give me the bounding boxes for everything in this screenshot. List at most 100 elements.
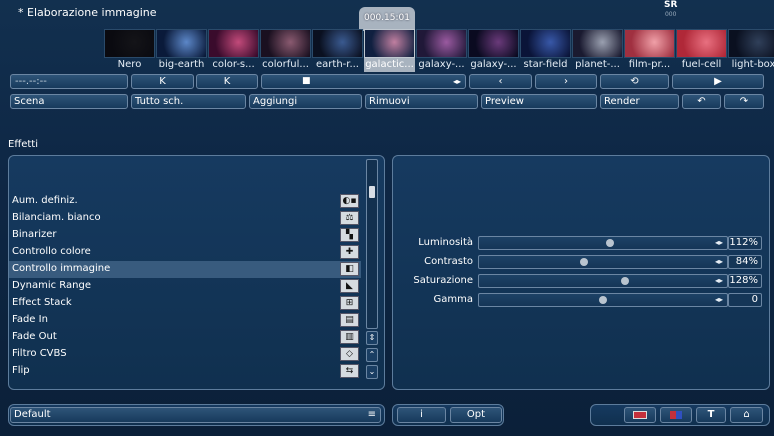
slider-label: Luminosità <box>418 237 473 248</box>
effect-label: Controllo immagine <box>12 263 111 274</box>
scroll-up-button[interactable]: ⌃ <box>366 348 378 362</box>
effect-item[interactable]: Binarizer ▚ <box>9 227 361 244</box>
mark-range-icon: ◂▸ <box>452 77 461 86</box>
clip-label: big-earth <box>158 59 205 70</box>
clip-thumb[interactable]: light-box <box>728 29 774 73</box>
clip-thumb[interactable]: earth-r... <box>312 29 363 73</box>
next-frame-button[interactable]: › <box>535 74 597 89</box>
clip-label: film-pr... <box>628 59 671 70</box>
clip-label: color-s... <box>212 59 255 70</box>
chevron-down-icon: ⌄ <box>368 367 376 376</box>
clip-preview <box>208 29 259 58</box>
redo-button[interactable]: ↷ <box>724 94 764 109</box>
value-slider[interactable]: ◂▸ <box>478 255 728 269</box>
clip-label: Nero <box>117 59 142 70</box>
clip-thumb[interactable]: color-s... <box>208 29 259 73</box>
effect-item[interactable]: Bilanciam. bianco ⚖ <box>9 210 361 227</box>
clip-thumb[interactable]: film-pr... <box>624 29 675 73</box>
effect-label: Fade Out <box>12 331 57 342</box>
slider-knob[interactable] <box>606 239 614 247</box>
settings-panel <box>392 155 770 390</box>
scroll-track[interactable] <box>366 159 378 329</box>
clip-thumb[interactable]: planet-... <box>572 29 623 73</box>
effect-item[interactable]: Fade Out ▥ <box>9 329 361 346</box>
scene-button[interactable]: Scena <box>10 94 128 109</box>
effect-item[interactable]: Controllo colore ✚ <box>9 244 361 261</box>
scrub-handle-icon: ■ <box>302 76 311 86</box>
clip-thumb[interactable]: colorful... <box>260 29 311 73</box>
effect-label: Effect Stack <box>12 297 72 308</box>
slider-value: 112% <box>728 236 762 250</box>
slider-knob[interactable] <box>599 296 607 304</box>
clip-thumb[interactable]: fuel-cell <box>676 29 727 73</box>
slider-step-icon[interactable]: ◂▸ <box>715 275 723 287</box>
info-button[interactable]: i <box>397 407 446 423</box>
preset-dropdown[interactable]: Default ≡ <box>10 407 381 423</box>
updown-icon: ⇕ <box>368 333 376 342</box>
clip-thumb[interactable]: galactic... <box>364 29 415 73</box>
effect-label: Filtro CVBS <box>12 348 67 359</box>
go-start-button[interactable]: K <box>131 74 194 89</box>
timeline-scrubber[interactable]: ■ ◂▸ <box>261 74 466 89</box>
clip-thumb[interactable]: Nero <box>104 29 155 73</box>
clip-preview <box>260 29 311 58</box>
slider-step-icon[interactable]: ◂▸ <box>715 256 723 268</box>
effect-label: Fade In <box>12 314 48 325</box>
effect-item[interactable]: Flip ⇆ <box>9 363 361 380</box>
time-field[interactable]: ---.--:-- <box>10 74 128 89</box>
effects-palette-button[interactable] <box>660 407 692 423</box>
scroll-down-button[interactable]: ⌄ <box>366 365 378 379</box>
chevron-left-icon: ‹ <box>498 76 503 87</box>
effects-label: Effetti <box>8 139 38 150</box>
prev-frame-button[interactable]: ‹ <box>469 74 532 89</box>
value-slider[interactable]: ◂▸ <box>478 236 728 250</box>
fade-out-icon: ▥ <box>340 330 359 344</box>
clip-thumb[interactable]: galaxy-... <box>416 29 467 73</box>
clip-thumb[interactable]: star-field <box>520 29 571 73</box>
effects-scrollbar[interactable]: ⇕ ⌃ ⌄ <box>366 159 378 379</box>
slider-knob[interactable] <box>580 258 588 266</box>
preview-button[interactable]: Preview <box>481 94 597 109</box>
scroll-updown-button[interactable]: ⇕ <box>366 331 378 345</box>
effect-item[interactable]: Fade In ▤ <box>9 312 361 329</box>
cvbs-icon: ◇ <box>340 347 359 361</box>
play-button[interactable]: ▶ <box>672 74 764 89</box>
binarizer-icon: ▚ <box>340 228 359 242</box>
dynamic-range-icon: ◣ <box>340 279 359 293</box>
storyboard-button[interactable] <box>624 407 656 423</box>
slider-knob[interactable] <box>621 277 629 285</box>
prev-marker-button[interactable]: K <box>196 74 258 89</box>
white-balance-icon: ⚖ <box>340 211 359 225</box>
clip-strip[interactable]: Nero big-earth color-s... colorful... earth-… <box>0 29 774 73</box>
clip-thumb[interactable]: galaxy-... <box>468 29 519 73</box>
scroll-thumb[interactable] <box>369 186 375 198</box>
options-button[interactable]: Opt <box>450 407 502 423</box>
text-button[interactable]: T <box>696 407 726 423</box>
effect-label: Dynamic Range <box>12 280 91 291</box>
effect-label: Binarizer <box>12 229 57 240</box>
current-time-badge: 000.15:01 <box>359 7 415 31</box>
slider-step-icon[interactable]: ◂▸ <box>715 237 723 249</box>
effect-item[interactable]: Aum. definiz. ◐▪ <box>9 193 361 210</box>
undo-button[interactable]: ↶ <box>682 94 721 109</box>
effect-item[interactable]: Filtro CVBS ◇ <box>9 346 361 363</box>
clip-label: colorful... <box>262 59 309 70</box>
value-slider[interactable]: ◂▸ <box>478 274 728 288</box>
redo-icon: ↷ <box>739 96 749 107</box>
effect-item[interactable]: Controllo immagine ◧ <box>9 261 361 278</box>
render-button[interactable]: Render <box>600 94 679 109</box>
effect-label: Aum. definiz. <box>12 195 78 206</box>
home-button[interactable]: ⌂ <box>730 407 763 423</box>
add-button[interactable]: Aggiungi <box>249 94 362 109</box>
clip-thumb[interactable]: big-earth <box>156 29 207 73</box>
effect-label: Bilanciam. bianco <box>12 212 101 223</box>
all-scenes-button[interactable]: Tutto sch. <box>131 94 246 109</box>
value-slider[interactable]: ◂▸ <box>478 293 728 307</box>
loop-button[interactable]: ⟲ <box>600 74 669 89</box>
effect-item[interactable]: Dynamic Range ◣ <box>9 278 361 295</box>
slider-step-icon[interactable]: ◂▸ <box>715 294 723 306</box>
effect-label: Controllo colore <box>12 246 91 257</box>
remove-button[interactable]: Rimuovi <box>365 94 478 109</box>
clip-preview <box>676 29 727 58</box>
effect-item[interactable]: Effect Stack ⊞ <box>9 295 361 312</box>
